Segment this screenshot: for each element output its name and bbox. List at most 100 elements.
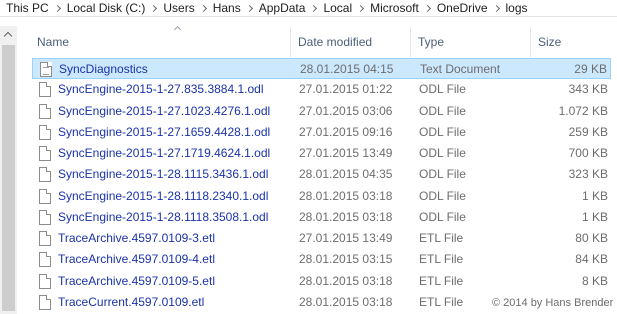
file-icon [39, 295, 51, 310]
chevron-right-icon[interactable] [421, 1, 435, 16]
column-divider[interactable] [410, 27, 411, 57]
column-divider[interactable] [530, 27, 531, 57]
file-name: SyncEngine-2015-1-27.1023.4276.1.odl [58, 104, 271, 118]
chevron-right-icon[interactable] [147, 1, 161, 16]
file-type: ODL File [419, 167, 466, 181]
file-icon [39, 210, 51, 225]
file-row[interactable]: SyncEngine-2015-1-28.1115.3436.1.odl 28.0… [32, 164, 611, 185]
file-type: ETL File [419, 231, 464, 245]
file-row[interactable]: SyncEngine-2015-1-27.835.3884.1.odl 27.01… [32, 79, 611, 100]
breadcrumb-item[interactable]: logs [504, 1, 530, 16]
column-header-size[interactable]: Size [538, 33, 561, 51]
copyright-watermark: © 2014 by Hans Brender [492, 297, 614, 309]
file-type: ETL File [419, 274, 464, 288]
file-row[interactable]: TraceArchive.4597.0109-4.etl 28.01.2015 0… [32, 249, 611, 270]
file-date-modified: 28.01.2015 03:15 [299, 252, 393, 266]
file-size: 84 KB [575, 252, 608, 266]
scroll-up-arrow-icon[interactable] [0, 26, 17, 43]
file-date-modified: 27.01.2015 01:22 [299, 82, 393, 96]
file-date-modified: 28.01.2015 04:15 [300, 62, 394, 76]
file-date-modified: 27.01.2015 13:49 [299, 231, 393, 245]
file-type: ETL File [419, 295, 464, 309]
file-icon [39, 189, 51, 204]
file-row[interactable]: SyncEngine-2015-1-28.1118.3508.1.odl 28.0… [32, 207, 611, 228]
column-header-date-modified[interactable]: Date modified [298, 33, 372, 51]
sort-ascending-icon [174, 26, 181, 31]
file-name: TraceArchive.4597.0109-4.etl [58, 252, 215, 266]
breadcrumb-item[interactable]: AppData [257, 1, 308, 16]
file-date-modified: 27.01.2015 03:06 [299, 104, 393, 118]
column-header-name[interactable]: Name [37, 33, 69, 51]
file-row[interactable]: TraceArchive.4597.0109-5.etl 28.01.2015 0… [32, 271, 611, 292]
address-bar[interactable]: This PC Local Disk (C:) Users Hans AppData Lo… [0, 0, 617, 17]
file-date-modified: 28.01.2015 03:18 [299, 210, 393, 224]
file-type: ETL File [419, 252, 464, 266]
file-icon [39, 82, 51, 97]
file-size: 259 KB [568, 125, 608, 139]
breadcrumb-item[interactable]: This PC [4, 1, 51, 16]
breadcrumb-item[interactable]: Hans [211, 1, 243, 16]
file-date-modified: 28.01.2015 04:35 [299, 167, 393, 181]
chevron-right-icon[interactable] [51, 1, 65, 16]
file-date-modified: 28.01.2015 03:18 [299, 295, 393, 309]
file-icon [39, 104, 51, 119]
chevron-right-icon[interactable] [354, 1, 368, 16]
file-row[interactable]: TraceArchive.4597.0109-3.etl 27.01.2015 1… [32, 228, 611, 249]
file-name: SyncDiagnostics [59, 62, 148, 76]
text-document-icon [40, 62, 52, 77]
column-header: Name Date modified Type Size [17, 17, 617, 61]
file-size: 1 KB [581, 210, 608, 224]
file-date-modified: 28.01.2015 03:18 [299, 189, 393, 203]
file-icon [39, 274, 51, 289]
file-name: SyncEngine-2015-1-27.1659.4428.1.odl [58, 125, 271, 139]
breadcrumb-item[interactable]: Local Disk (C:) [65, 1, 148, 16]
file-icon [39, 167, 51, 182]
file-name: TraceArchive.4597.0109-5.etl [58, 274, 215, 288]
file-size: 700 KB [568, 146, 608, 160]
file-name: SyncEngine-2015-1-28.1118.2340.1.odl [58, 189, 269, 203]
file-name: SyncEngine-2015-1-28.1118.3508.1.odl [58, 210, 269, 224]
file-size: 323 KB [568, 167, 608, 181]
file-name: SyncEngine-2015-1-27.835.3884.1.odl [58, 82, 264, 96]
file-name: TraceCurrent.4597.0109.etl [58, 295, 205, 309]
file-size: 343 KB [568, 82, 608, 96]
breadcrumb-item[interactable]: Users [161, 1, 196, 16]
file-size: 8 KB [581, 274, 608, 288]
file-name: SyncEngine-2015-1-27.1719.4624.1.odl [58, 146, 271, 160]
file-size: 1 KB [581, 189, 608, 203]
vertical-scrollbar[interactable] [0, 26, 17, 314]
file-size: 1.072 KB [558, 104, 608, 118]
breadcrumb-item[interactable]: OneDrive [435, 1, 490, 16]
file-date-modified: 27.01.2015 09:16 [299, 125, 393, 139]
chevron-right-icon[interactable] [307, 1, 321, 16]
file-row[interactable]: SyncEngine-2015-1-28.1118.2340.1.odl 28.0… [32, 186, 611, 207]
breadcrumb-item[interactable]: Local [321, 1, 354, 16]
file-icon [39, 146, 51, 161]
file-row[interactable]: SyncEngine-2015-1-27.1659.4428.1.odl 27.0… [32, 122, 611, 143]
file-type: ODL File [419, 210, 466, 224]
file-name: SyncEngine-2015-1-28.1115.3436.1.odl [58, 167, 269, 181]
column-header-type[interactable]: Type [418, 33, 444, 51]
file-name: TraceArchive.4597.0109-3.etl [58, 231, 215, 245]
file-date-modified: 27.01.2015 13:49 [299, 146, 393, 160]
breadcrumb: This PC Local Disk (C:) Users Hans AppData Lo… [4, 1, 530, 16]
chevron-right-icon[interactable] [243, 1, 257, 16]
file-type: Text Document [420, 62, 501, 76]
file-type: ODL File [419, 82, 466, 96]
file-row[interactable]: SyncEngine-2015-1-27.1719.4624.1.odl 27.0… [32, 143, 611, 164]
file-type: ODL File [419, 125, 466, 139]
file-icon [39, 231, 51, 246]
file-row[interactable]: SyncEngine-2015-1-27.1023.4276.1.odl 27.0… [32, 101, 611, 122]
file-type: ODL File [419, 104, 466, 118]
file-size: 80 KB [575, 231, 608, 245]
scrollbar-thumb[interactable] [2, 45, 15, 311]
chevron-right-icon[interactable] [490, 1, 504, 16]
file-icon [39, 252, 51, 267]
file-type: ODL File [419, 146, 466, 160]
file-icon [39, 125, 51, 140]
chevron-right-icon[interactable] [197, 1, 211, 16]
column-divider[interactable] [290, 27, 291, 57]
breadcrumb-item[interactable]: Microsoft [368, 1, 421, 16]
file-date-modified: 28.01.2015 03:18 [299, 274, 393, 288]
file-row[interactable]: SyncDiagnostics 28.01.2015 04:15 Text Docu… [32, 58, 611, 79]
